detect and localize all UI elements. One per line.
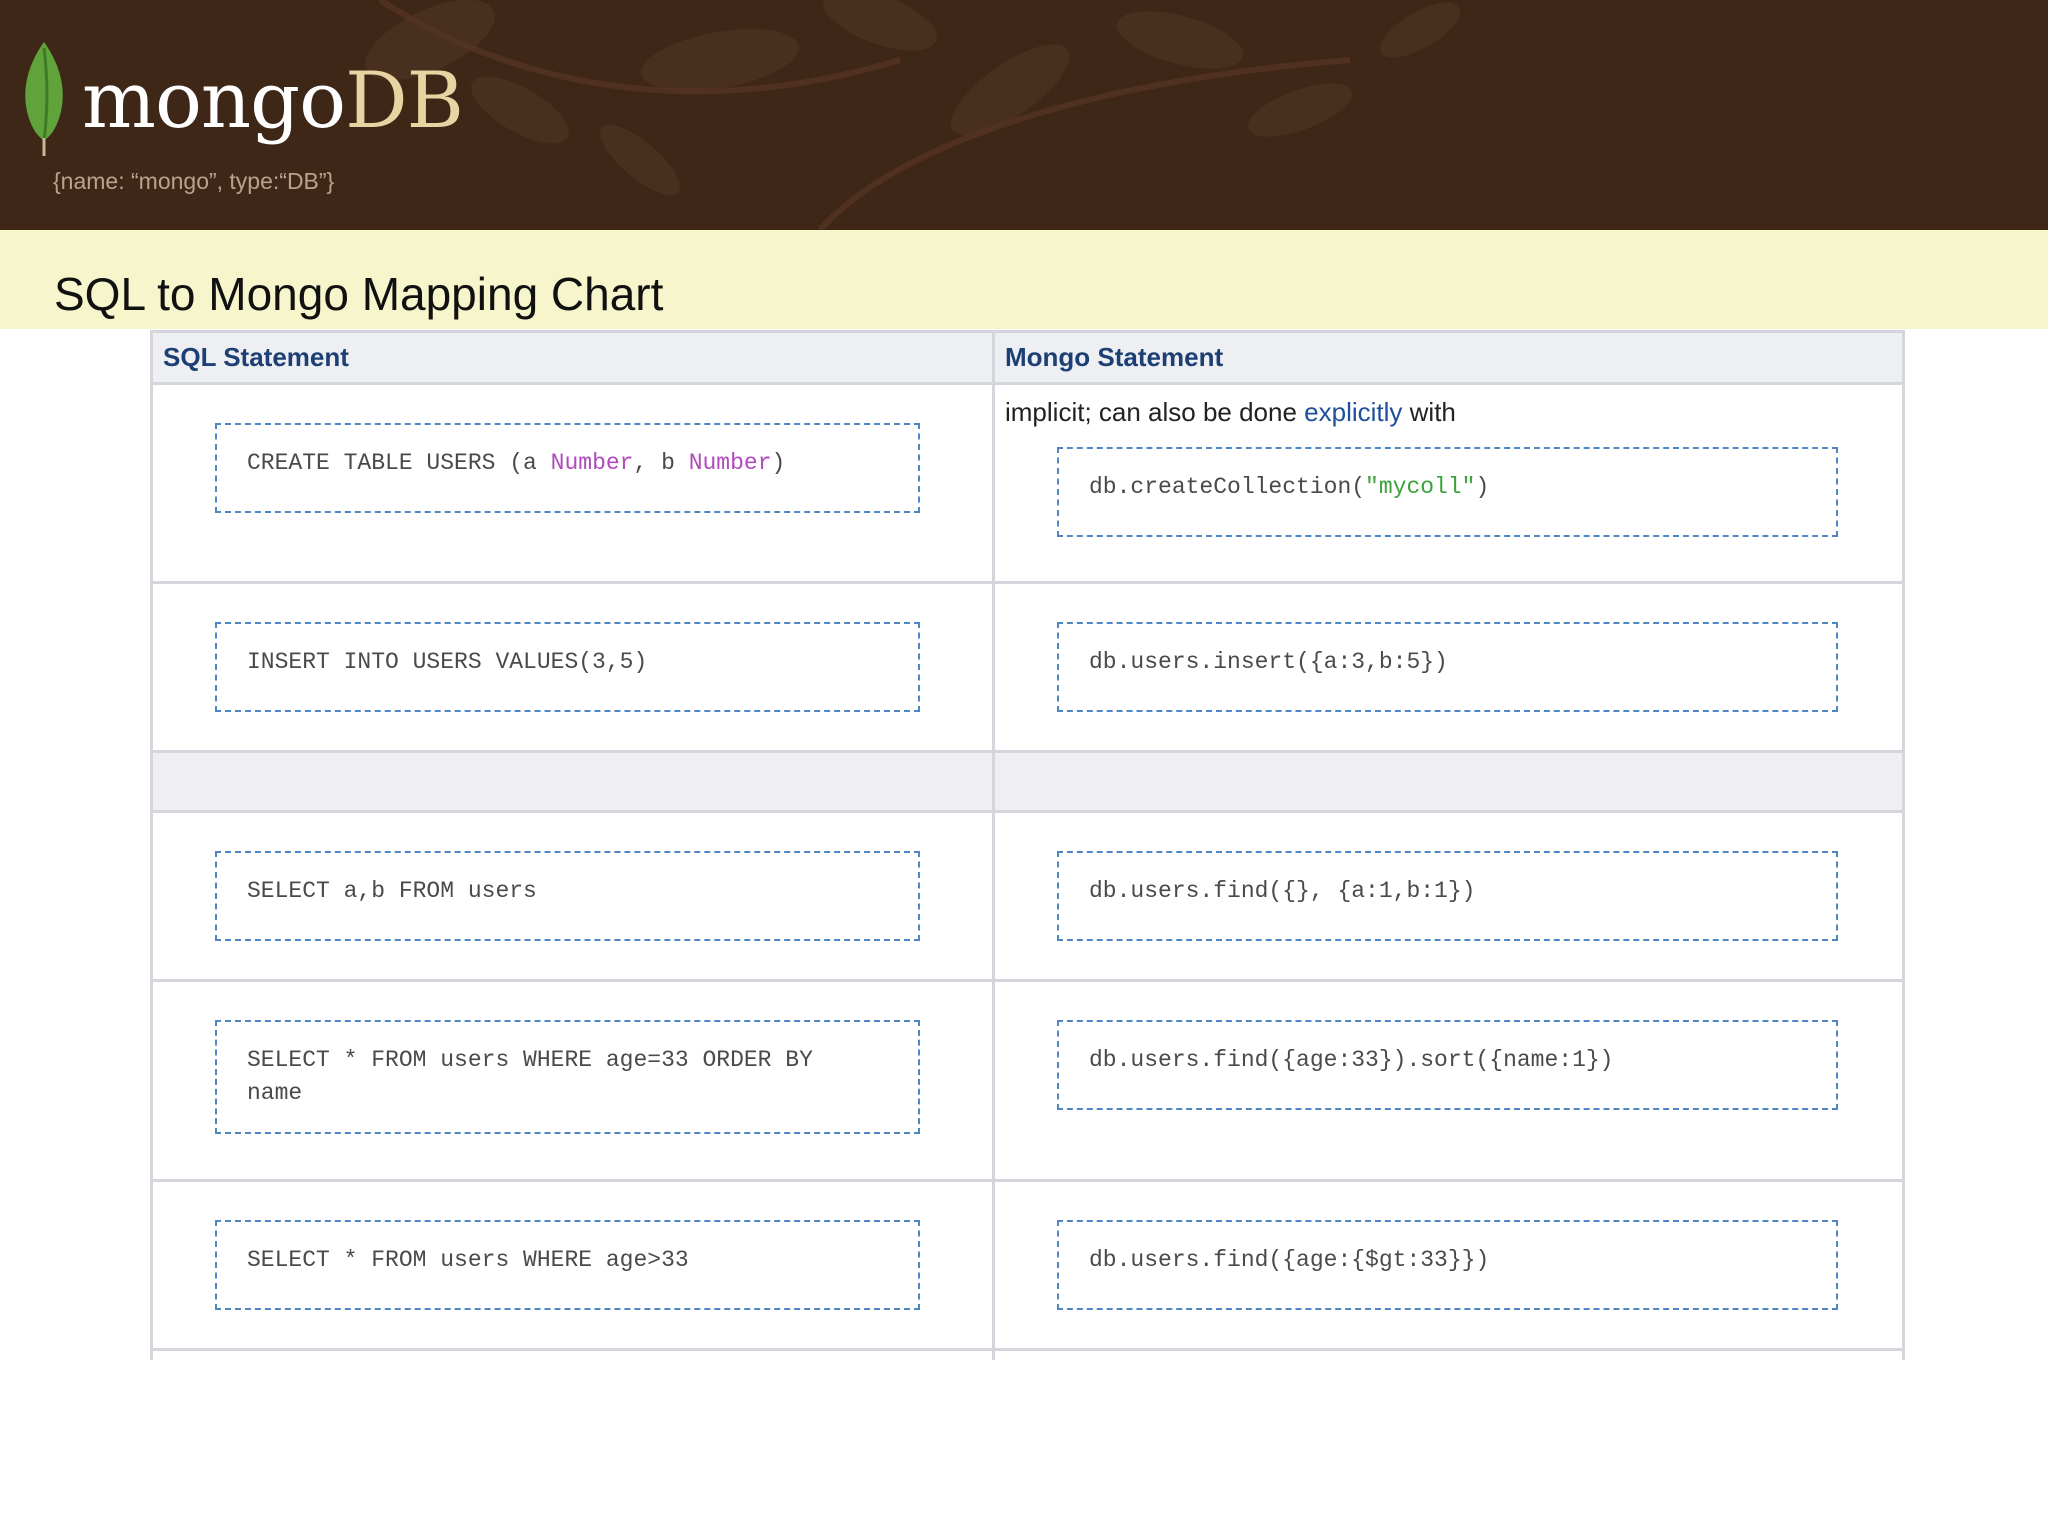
mongo-cell: db.users.find({}, {a:1,b:1})	[992, 810, 1905, 982]
table-header-row: SQL Statement Mongo Statement	[150, 330, 1905, 385]
explicitly-link[interactable]: explicitly	[1304, 397, 1402, 427]
sql-code-block: SELECT * FROM users WHERE age=33 ORDER B…	[215, 1020, 920, 1134]
header-sql: SQL Statement	[150, 330, 995, 385]
sql-cell: SELECT a,b FROM users	[150, 810, 995, 982]
header-mongo: Mongo Statement	[992, 330, 1905, 385]
sql-cell: INSERT INTO USERS VALUES(3,5)	[150, 581, 995, 753]
mongo-cell: implicit; can also be done explicitly wi…	[992, 382, 1905, 584]
code-token: CREATE TABLE USERS (a	[247, 450, 551, 476]
logo-mongo: mongo	[82, 56, 346, 146]
table-row: SELECT * FROM users WHERE age>33 db.user…	[150, 1179, 1905, 1351]
code-string-token: "mycoll"	[1365, 474, 1476, 500]
sql-cell: SELECT * FROM users WHERE age>33	[150, 1179, 995, 1351]
mongo-cell: db.users.insert({a:3,b:5})	[992, 581, 1905, 753]
mongo-cell: db.users.find({age:33}).sort({name:1})	[992, 979, 1905, 1182]
empty-cell	[150, 1348, 995, 1360]
sql-code-block: SELECT a,b FROM users	[215, 851, 920, 941]
table-row: CREATE TABLE USERS (a Number, b Number) …	[150, 382, 1905, 584]
note-text: implicit; can also be done	[1005, 397, 1305, 427]
header-banner: mongoDB {name: “mongo”, type:“DB”}	[0, 0, 2048, 230]
sql-cell: SELECT * FROM users WHERE age=33 ORDER B…	[150, 979, 995, 1182]
mongo-code-block: db.users.find({}, {a:1,b:1})	[1057, 851, 1838, 941]
code-type-token: Number	[688, 450, 772, 476]
empty-cell	[992, 750, 1905, 813]
table-row: SELECT a,b FROM users db.users.find({}, …	[150, 810, 1905, 982]
table-row: INSERT INTO USERS VALUES(3,5) db.users.i…	[150, 581, 1905, 753]
mongodb-logo: mongoDB	[82, 62, 464, 140]
mapping-table: SQL Statement Mongo Statement CREATE TAB…	[150, 330, 1905, 1360]
logo-db: DB	[345, 56, 464, 146]
sql-code-block: CREATE TABLE USERS (a Number, b Number)	[215, 423, 920, 513]
table-row-empty	[150, 750, 1905, 813]
mongo-note: implicit; can also be done explicitly wi…	[1005, 399, 1902, 425]
mongodb-leaf-icon	[25, 42, 63, 156]
mongo-code-block: db.users.insert({a:3,b:5})	[1057, 622, 1838, 712]
note-text: with	[1402, 397, 1456, 427]
sql-code-block: INSERT INTO USERS VALUES(3,5)	[215, 622, 920, 712]
code-type-token: Number	[550, 450, 634, 476]
code-token: )	[771, 450, 786, 476]
page-title: SQL to Mongo Mapping Chart	[54, 268, 664, 320]
mongo-code-block: db.createCollection("mycoll")	[1057, 447, 1838, 537]
sql-cell: CREATE TABLE USERS (a Number, b Number)	[150, 382, 995, 584]
table-row-partial	[150, 1348, 1905, 1360]
table-row: SELECT * FROM users WHERE age=33 ORDER B…	[150, 979, 1905, 1182]
mongo-code-block: db.users.find({age:33}).sort({name:1})	[1057, 1020, 1838, 1110]
mongo-cell: db.users.find({age:{$gt:33}})	[992, 1179, 1905, 1351]
empty-cell	[992, 1348, 1905, 1360]
code-token: , b	[633, 450, 689, 476]
logo-tagline: {name: “mongo”, type:“DB”}	[53, 168, 335, 194]
sql-code-block: SELECT * FROM users WHERE age>33	[215, 1220, 920, 1310]
code-token: )	[1475, 474, 1490, 500]
mongo-code-block: db.users.find({age:{$gt:33}})	[1057, 1220, 1838, 1310]
empty-cell	[150, 750, 995, 813]
code-token: db.createCollection(	[1089, 474, 1366, 500]
